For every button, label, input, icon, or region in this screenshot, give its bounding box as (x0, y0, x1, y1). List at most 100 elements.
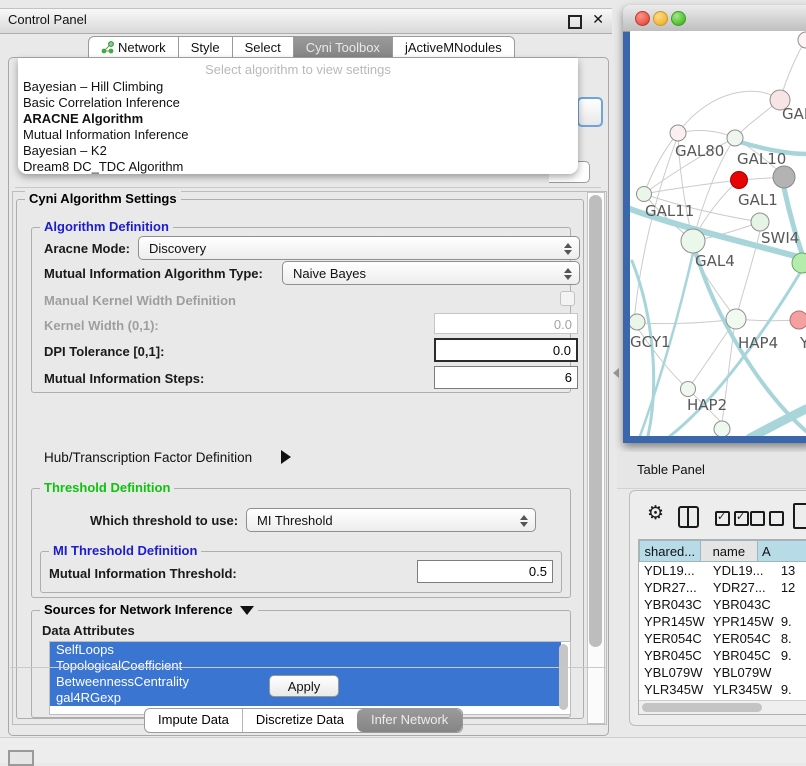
dpi-tolerance-input[interactable]: 0.0 (434, 338, 578, 362)
dpi-tolerance-label: DPI Tolerance [0,1]: (44, 344, 164, 359)
column-header-name[interactable]: name (701, 540, 758, 562)
splitter-handle-icon[interactable] (613, 368, 619, 378)
panel-title: Control Panel (8, 12, 87, 27)
control-panel-titlebar[interactable]: Control Panel ✕ (0, 8, 612, 34)
hub-definition-label: Hub/Transcription Factor Definition (44, 450, 252, 465)
group-title: Algorithm Definition (40, 219, 173, 234)
close-icon[interactable]: ✕ (592, 11, 604, 28)
table-row[interactable]: YBR045CYBR045C9. (639, 647, 806, 664)
kernel-width-input[interactable]: 0.0 (434, 313, 578, 334)
menu-item-mutual-information[interactable]: Mutual Information Inference (18, 127, 578, 143)
mi-steps-input[interactable]: 6 (434, 366, 578, 389)
table-row[interactable]: YDR27...YDR27...12 (639, 579, 806, 596)
table-row[interactable]: YER054CYER054C8. (639, 630, 806, 647)
tab-jactivemnodules[interactable]: jActiveMNodules (392, 36, 515, 59)
cyni-algorithm-settings-group: Cyni Algorithm Settings Algorithm Defini… (16, 199, 584, 719)
stepper-arrows-icon (564, 267, 572, 281)
node-gal10[interactable] (727, 130, 743, 146)
table-row[interactable]: YBR043CYBR043C (639, 596, 806, 613)
group-title: Cyni Algorithm Settings (25, 191, 181, 206)
node-label: HAP4 (738, 334, 778, 352)
new-table-icon[interactable] (793, 503, 806, 529)
node-gal80[interactable] (670, 125, 686, 141)
node-bottom[interactable] (714, 421, 730, 436)
network-canvas[interactable]: GAL GAL80 GAL10 GAL1 GAL11 SWI4 GAL4 HAP… (630, 31, 806, 436)
node-label: GAL1 (738, 191, 778, 209)
node-label: HAP2 (687, 396, 727, 414)
tab-impute-data[interactable]: Impute Data (145, 709, 243, 732)
node-gal11[interactable] (637, 187, 652, 202)
tab-infer-network[interactable]: Infer Network (357, 709, 462, 732)
node-gcy1[interactable] (630, 314, 645, 330)
which-threshold-select[interactable]: MI Threshold (246, 508, 536, 532)
mi-threshold-input[interactable]: 0.5 (417, 560, 553, 583)
tab-select[interactable]: Select (232, 36, 293, 59)
group-title: Threshold Definition (40, 480, 174, 495)
manual-kernel-label: Manual Kernel Width Definition (44, 293, 236, 308)
table-row[interactable]: YDL19...YDL19...13 (639, 562, 806, 579)
control-panel-tabs: Network Style Select Cyni Toolbox jActiv… (88, 36, 515, 59)
separator-line (15, 187, 601, 188)
table-row[interactable]: YPR145WYPR145W9. (639, 613, 806, 630)
node-label: GAL4 (695, 252, 735, 270)
node-table[interactable]: shared... name A YDL19...YDL19...13 YDR2… (638, 539, 806, 715)
node-label: GAL (782, 105, 806, 123)
hscrollbar-thumb[interactable] (642, 703, 762, 712)
tab-network[interactable]: Network (88, 36, 178, 59)
data-attributes-label: Data Attributes (42, 623, 135, 638)
list-scrollbar-thumb[interactable] (559, 644, 568, 710)
gear-icon[interactable]: ⚙ (647, 504, 664, 523)
menu-item-bayesian-hill-climbing[interactable]: Bayesian – Hill Climbing (18, 79, 578, 95)
which-threshold-label: Which threshold to use: (90, 513, 238, 528)
tab-discretize-data[interactable]: Discretize Data (243, 709, 357, 732)
node-gal4[interactable] (681, 229, 705, 253)
menu-item-dream8[interactable]: Dream8 DC_TDC Algorithm (18, 159, 578, 175)
node-label: GAL80 (675, 142, 724, 160)
bottom-strip (0, 737, 806, 763)
node-label: SWI4 (761, 229, 799, 247)
bottom-tabbar: Impute Data Discretize Data Infer Networ… (144, 708, 463, 733)
scrollbar-thumb[interactable] (589, 195, 602, 647)
aracne-mode-select[interactable]: Discovery (138, 236, 580, 260)
mi-algorithm-type-select[interactable]: Naive Bayes (282, 261, 580, 285)
network-window-titlebar[interactable] (623, 5, 806, 32)
table-row[interactable]: YLR345WYLR345W9. (639, 681, 806, 698)
tab-cyni-toolbox[interactable]: Cyni Toolbox (293, 36, 392, 59)
column-header-partial[interactable]: A (758, 540, 806, 562)
menu-item-aracne[interactable]: ARACNE Algorithm (18, 111, 578, 127)
collapse-arrow-icon[interactable] (240, 606, 254, 615)
tab-style[interactable]: Style (178, 36, 232, 59)
divider (10, 667, 607, 668)
group-title: MI Threshold Definition (49, 543, 201, 558)
menu-item-bayesian-k2[interactable]: Bayesian – K2 (18, 143, 578, 159)
kernel-width-label: Kernel Width (0,1): (44, 318, 159, 333)
close-traffic-light[interactable] (635, 11, 650, 26)
node-hap2[interactable] (681, 382, 696, 397)
minimize-traffic-light[interactable] (653, 11, 668, 26)
table-panel-titlebar[interactable]: Table Panel (617, 452, 806, 489)
node-hap4[interactable] (726, 309, 746, 329)
collapsed-panel-handle[interactable] (8, 750, 34, 766)
node-pink[interactable] (790, 311, 806, 329)
zoom-traffic-light[interactable] (671, 11, 686, 26)
manual-kernel-checkbox[interactable] (560, 291, 575, 306)
node-gal1[interactable] (731, 172, 748, 189)
apply-button[interactable]: Apply (269, 675, 339, 697)
float-window-icon[interactable] (568, 15, 582, 29)
stepper-arrows-icon (564, 242, 572, 256)
split-columns-icon[interactable] (678, 506, 699, 528)
settings-scrollbar[interactable] (587, 192, 605, 724)
list-item[interactable]: TopologicalCoefficient (50, 658, 561, 674)
mi-type-label: Mutual Information Algorithm Type: (44, 266, 263, 281)
stepper-arrows-icon (520, 514, 528, 528)
list-item[interactable]: SelfLoops (50, 642, 561, 658)
table-row[interactable]: YBL079WYBL079W (639, 664, 806, 681)
select-all-checks-icon[interactable] (715, 511, 749, 531)
expand-arrow-icon[interactable] (281, 450, 291, 464)
clear-checks-icon[interactable] (750, 511, 784, 531)
node-gray[interactable] (773, 166, 795, 188)
column-header-shared-name[interactable]: shared... (639, 540, 701, 562)
menu-item-basic-correlation[interactable]: Basic Correlation Inference (18, 95, 578, 111)
node[interactable] (798, 32, 806, 48)
table-hscrollbar[interactable] (639, 700, 806, 714)
